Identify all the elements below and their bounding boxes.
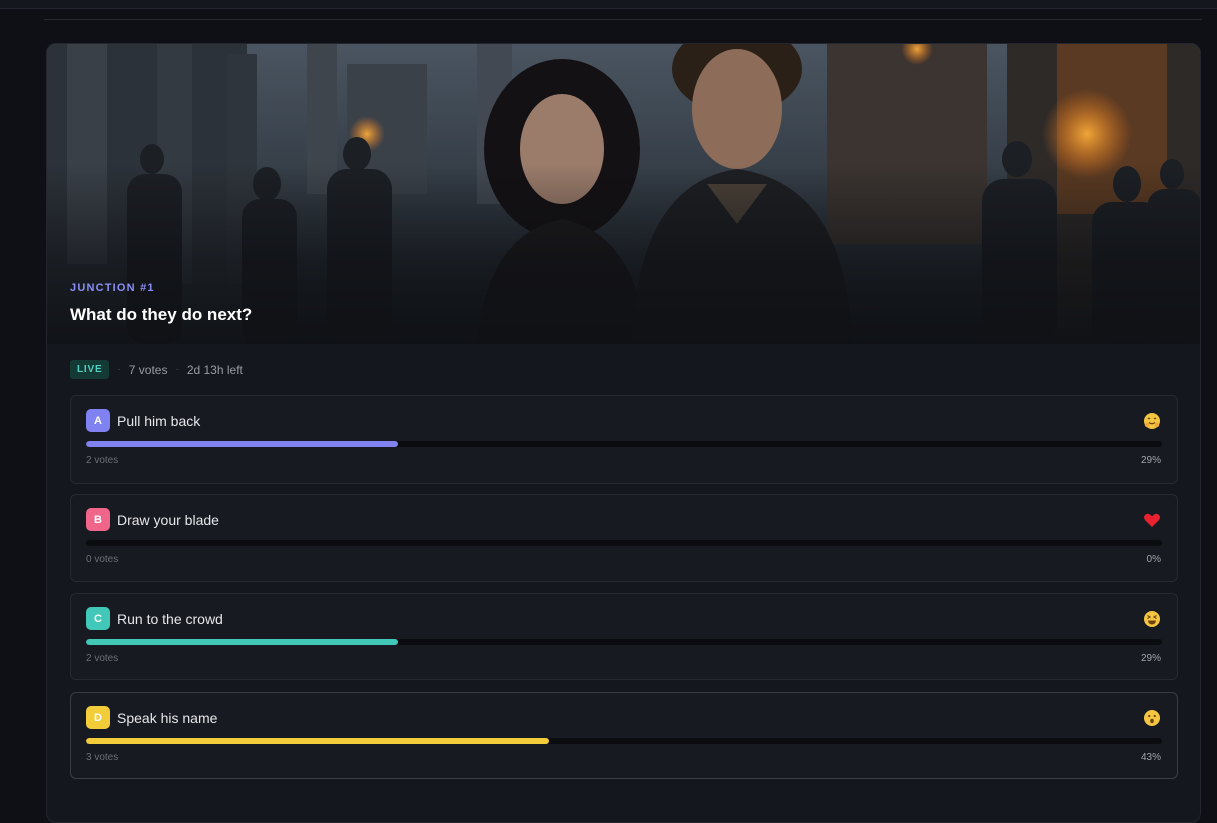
laughing-face-icon <box>1144 611 1160 627</box>
option-vote-count: 2 votes <box>86 653 119 664</box>
image-gradient-overlay <box>47 44 1200 344</box>
top-bar <box>0 0 1217 9</box>
option-letter-badge: B <box>86 508 110 531</box>
option-percent: 29% <box>1140 455 1161 466</box>
junction-card: JUNCTION #1 What do they do next? LIVE ·… <box>46 43 1201 823</box>
option-c[interactable]: C Run to the crowd 2 votes 29% <box>70 593 1178 680</box>
vote-progress-bar <box>86 738 1162 744</box>
hugging-face-icon <box>1144 413 1160 429</box>
option-label: Draw your blade <box>117 512 219 528</box>
option-vote-count: 0 votes <box>86 554 119 565</box>
option-letter-badge: D <box>86 706 110 729</box>
vote-progress-bar <box>86 639 1162 645</box>
vote-progress-bar <box>86 540 1162 546</box>
option-label: Speak his name <box>117 710 218 726</box>
option-vote-count: 2 votes <box>86 455 119 466</box>
option-letter-badge: A <box>86 409 110 432</box>
option-d[interactable]: D Speak his name 3 votes 43% <box>70 692 1178 779</box>
option-percent: 0% <box>1146 554 1161 565</box>
surprised-face-icon <box>1144 710 1160 726</box>
option-b[interactable]: B Draw your blade 0 votes 0% <box>70 494 1178 582</box>
total-votes: 7 votes <box>128 362 168 377</box>
vote-progress-fill <box>86 639 399 645</box>
time-left: 2d 13h left <box>186 362 243 377</box>
junction-label: JUNCTION #1 <box>70 282 155 294</box>
option-percent: 43% <box>1140 752 1161 763</box>
vote-progress-fill <box>86 441 399 447</box>
option-label: Pull him back <box>117 413 201 429</box>
separator-dot: · <box>175 364 179 375</box>
vote-progress-fill <box>86 738 549 744</box>
divider <box>44 19 1202 20</box>
option-label: Run to the crowd <box>117 611 223 627</box>
option-letter-badge: C <box>86 607 110 630</box>
option-percent: 29% <box>1140 653 1161 664</box>
vote-progress-bar <box>86 441 1162 447</box>
scene-image: JUNCTION #1 What do they do next? <box>47 44 1200 344</box>
live-badge: LIVE <box>70 360 110 379</box>
option-a[interactable]: A Pull him back 2 votes 29% <box>70 395 1178 484</box>
poll-meta: LIVE · 7 votes · 2d 13h left <box>70 359 243 380</box>
separator-dot: · <box>117 364 121 375</box>
option-vote-count: 3 votes <box>86 752 119 763</box>
question-title: What do they do next? <box>70 305 253 324</box>
red-heart-icon <box>1144 513 1160 527</box>
